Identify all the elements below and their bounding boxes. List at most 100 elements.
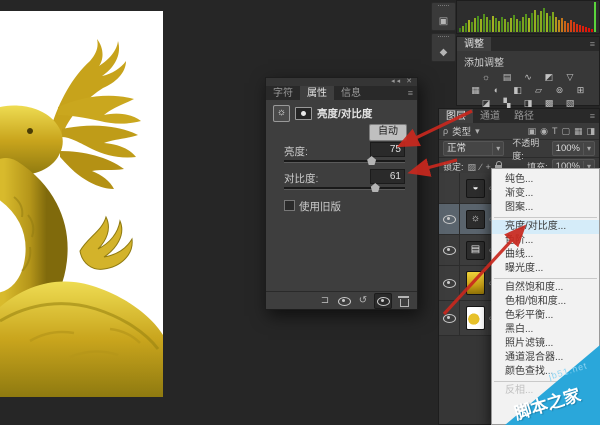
exposure-icon[interactable]: ◩ [541, 71, 557, 83]
brightness-value-field[interactable]: 75 [370, 142, 405, 157]
menu-item[interactable]: 照片滤镜... [492, 337, 599, 351]
histogram-bar [573, 22, 575, 32]
properties-footer: ⊐↺ [266, 291, 417, 309]
filter-smart-object-icon[interactable]: ▦ [574, 125, 583, 137]
blend-mode-select[interactable]: 正常 ▾ [443, 141, 504, 156]
tab-info[interactable]: 信息 [334, 86, 368, 100]
photoshop-workspace: ▣ ◆ 调整 ≡ 添加调整 ☼▤∿◩▽▦◐◧▱⊚⊞◪▚◨▩▧ 图层 通道 路径 … [0, 0, 600, 425]
trash-icon [399, 296, 408, 306]
opacity-field[interactable]: 100% ▾ [552, 141, 595, 156]
channel-mixer-icon[interactable]: ⊚ [552, 84, 568, 96]
eye-icon [443, 246, 456, 255]
visibility-toggle[interactable] [439, 173, 460, 203]
tab-character[interactable]: 字符 [266, 86, 300, 100]
properties-tabbar: 字符 属性 信息 ≡ [266, 86, 417, 100]
tab-paths[interactable]: 路径 [507, 109, 541, 123]
tab-channels[interactable]: 通道 [473, 109, 507, 123]
brightness-slider[interactable] [284, 160, 405, 163]
reset-icon[interactable]: ↺ [355, 294, 371, 308]
panel-menu-icon[interactable]: ≡ [408, 86, 417, 100]
adjustment-layer-thumbnail[interactable]: ▤ [466, 241, 485, 260]
document-canvas[interactable] [0, 11, 163, 397]
delete-icon[interactable] [395, 294, 411, 308]
curves-icon[interactable]: ∿ [520, 71, 536, 83]
layer-thumbnail[interactable] [466, 306, 485, 330]
adjustments-tabbar: 调整 ≡ [457, 37, 599, 51]
menu-item[interactable]: 色彩平衡... [492, 309, 599, 323]
layer-mask-icon [295, 107, 312, 120]
lock-paint-icon[interactable]: ∕ [480, 161, 482, 173]
adjustments-panel: 调整 ≡ 添加调整 ☼▤∿◩▽▦◐◧▱⊚⊞◪▚◨▩▧ [456, 36, 600, 106]
menu-item[interactable]: 亮度/对比度... [492, 220, 599, 234]
menu-item[interactable]: 曲线... [492, 248, 599, 262]
menu-separator [494, 217, 597, 218]
filter-toggle-icon[interactable]: ◨ [586, 125, 595, 137]
histogram-bar [489, 20, 491, 32]
filter-type-icon[interactable]: T [552, 125, 558, 137]
opacity-value: 100% [556, 143, 580, 155]
brightness-slider-thumb[interactable] [367, 156, 376, 165]
tab-adjustments[interactable]: 调整 [457, 37, 491, 51]
menu-item[interactable]: 黑白... [492, 323, 599, 337]
previous-state-icon[interactable] [336, 294, 352, 308]
histogram-bar [507, 22, 509, 32]
histogram-bar [483, 14, 485, 32]
adjustment-layer-thumbnail[interactable]: ◒ [466, 179, 485, 198]
chevron-down-icon[interactable]: ▾ [475, 125, 480, 137]
histogram-bar [471, 22, 473, 32]
histogram-bar [492, 16, 494, 32]
menu-separator [494, 278, 597, 279]
grip-lines [438, 36, 449, 41]
adjustment-icon-rows: ☼▤∿◩▽▦◐◧▱⊚⊞◪▚◨▩▧ [457, 71, 599, 109]
visibility-toggle[interactable] [439, 266, 460, 300]
brightness-contrast-icon[interactable]: ☼ [478, 71, 494, 83]
menu-item[interactable]: 色相/饱和度... [492, 295, 599, 309]
filter-shape-icon[interactable]: ▢ [561, 125, 570, 137]
histogram-bar [594, 2, 596, 32]
clip-to-layer-icon[interactable]: ⊐ [317, 294, 333, 308]
black-white-icon[interactable]: ◧ [510, 84, 526, 96]
visibility-toggle[interactable] [439, 301, 460, 335]
menu-item[interactable]: 自然饱和度... [492, 281, 599, 295]
histogram-bar [561, 18, 563, 32]
levels-icon[interactable]: ▤ [499, 71, 515, 83]
color-balance-icon[interactable]: ◐ [489, 84, 505, 96]
histogram-bar [582, 26, 584, 32]
tab-layers[interactable]: 图层 [439, 109, 473, 123]
histogram-bar [564, 21, 566, 32]
collapsed-panel-clone-source[interactable]: ▣ [431, 2, 456, 31]
properties-window-bar[interactable]: ◂◂ ✕ [266, 78, 417, 86]
histogram-bar [462, 26, 464, 32]
histogram-bar [543, 8, 545, 32]
layer-thumbnail[interactable] [466, 271, 485, 295]
vibrance-icon[interactable]: ▽ [562, 71, 578, 83]
color-lookup-icon[interactable]: ⊞ [573, 84, 589, 96]
auto-button[interactable]: 自动 [369, 124, 407, 141]
contrast-slider-thumb[interactable] [371, 183, 380, 192]
histogram-bar [579, 25, 581, 32]
panel-menu-icon[interactable]: ≡ [590, 37, 599, 51]
visibility-icon[interactable] [374, 293, 392, 309]
histogram-bar [468, 20, 470, 32]
histogram-bar [519, 21, 521, 32]
collapsed-panel-styles[interactable]: ◆ [431, 33, 456, 62]
menu-item[interactable]: 色阶... [492, 234, 599, 248]
tab-properties[interactable]: 属性 [300, 86, 334, 100]
adjustment-layer-thumbnail[interactable]: ☼ [466, 210, 485, 229]
contrast-slider[interactable] [284, 187, 405, 190]
use-legacy-checkbox[interactable] [284, 200, 295, 211]
lock-transparency-icon[interactable]: ▨ [468, 161, 477, 173]
contrast-value-field[interactable]: 61 [370, 169, 405, 184]
hue-saturation-icon[interactable]: ▦ [468, 84, 484, 96]
panel-collapse-close-icons[interactable]: ◂◂ ✕ [391, 77, 414, 85]
panel-menu-icon[interactable]: ≡ [590, 109, 599, 123]
menu-item[interactable]: 曝光度... [492, 262, 599, 276]
visibility-toggle[interactable] [439, 204, 460, 234]
visibility-toggle[interactable] [439, 235, 460, 265]
menu-item[interactable]: 纯色... [492, 173, 599, 187]
blend-mode-value: 正常 [447, 143, 466, 155]
photo-filter-icon[interactable]: ▱ [531, 84, 547, 96]
filter-kind-dropdown[interactable]: 类型 [452, 124, 471, 138]
menu-item[interactable]: 图案... [492, 201, 599, 215]
menu-item[interactable]: 渐变... [492, 187, 599, 201]
